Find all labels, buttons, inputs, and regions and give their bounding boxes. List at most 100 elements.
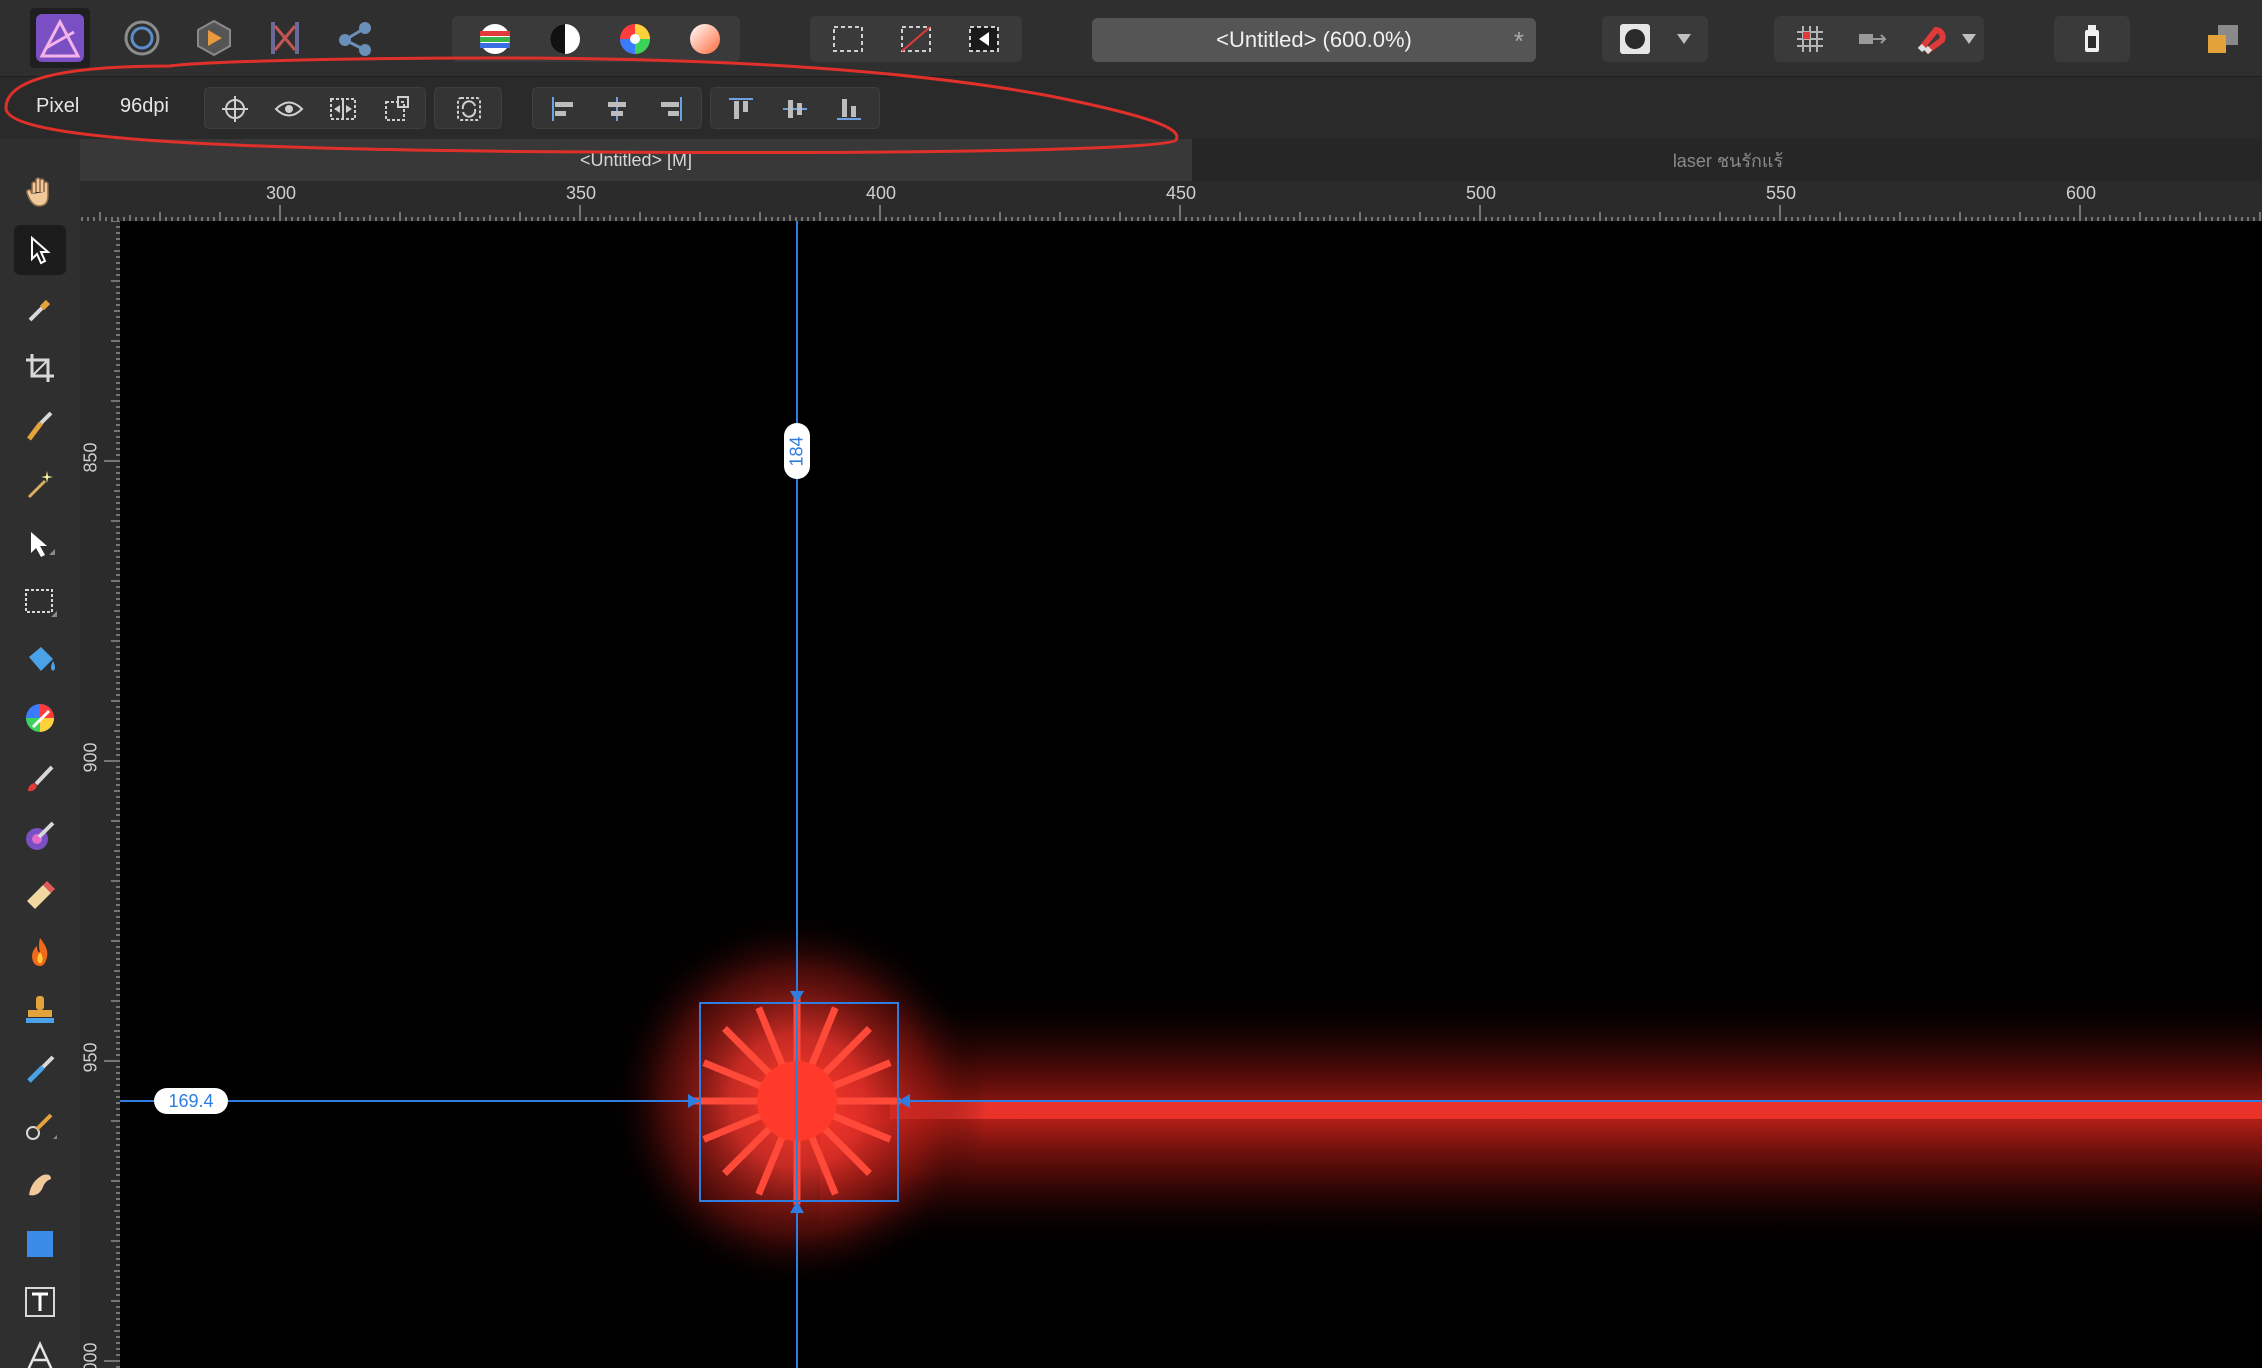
ruler-label: 000 bbox=[80, 1342, 101, 1368]
align-center-button[interactable] bbox=[591, 88, 643, 130]
flip-horizontal-icon bbox=[330, 98, 356, 120]
rectangle-marquee-icon bbox=[25, 589, 57, 617]
selection-brush-tool[interactable] bbox=[14, 401, 66, 451]
node-arrow-icon bbox=[31, 532, 55, 557]
deselect-button[interactable] bbox=[884, 14, 948, 64]
marquee-tool[interactable] bbox=[14, 577, 66, 627]
ruler-label: 450 bbox=[1166, 183, 1197, 203]
photo-persona-button[interactable] bbox=[30, 8, 90, 68]
eye-icon bbox=[274, 101, 304, 117]
rotate-button[interactable] bbox=[443, 88, 495, 130]
ruler-label: 950 bbox=[80, 1042, 101, 1073]
select-all-button[interactable] bbox=[816, 14, 880, 64]
magic-wand-icon bbox=[27, 471, 53, 499]
arrange-panels-button[interactable] bbox=[2192, 14, 2252, 64]
liquify-persona-icon bbox=[124, 20, 160, 56]
tab-label: laser ชนรักแร้ bbox=[1672, 150, 1784, 171]
units-label[interactable]: Pixel bbox=[36, 95, 79, 118]
artistic-text-tool[interactable] bbox=[14, 1331, 66, 1368]
transform-origin-button[interactable] bbox=[209, 88, 261, 130]
snapping-dropdown[interactable] bbox=[1954, 14, 1984, 64]
assistant-button[interactable] bbox=[2060, 14, 2124, 64]
dodge-brush-tool[interactable] bbox=[14, 1159, 66, 1209]
selection-brush-icon bbox=[27, 411, 53, 441]
frame-text-tool[interactable] bbox=[14, 1277, 66, 1327]
horizontal-align-group bbox=[532, 87, 702, 129]
ruler-label: 550 bbox=[1766, 183, 1797, 203]
marquee-icon bbox=[833, 26, 863, 52]
align-right-button[interactable] bbox=[645, 88, 697, 130]
affinity-photo-window: <Untitled> (600.0%) * Pixel 96dpi <Untit… bbox=[0, 0, 2262, 1368]
color-picker-tool[interactable] bbox=[14, 285, 66, 335]
hide-selection-button[interactable] bbox=[263, 88, 315, 130]
node-tool[interactable] bbox=[14, 519, 66, 569]
grid-button[interactable] bbox=[1780, 14, 1840, 64]
transform-objects-button[interactable] bbox=[371, 88, 423, 130]
finger-brush-icon bbox=[29, 1174, 51, 1196]
mask-mode-group bbox=[1602, 16, 1708, 62]
eraser-icon bbox=[27, 881, 55, 909]
clone-brush-tool[interactable] bbox=[14, 985, 66, 1035]
align-left-button[interactable] bbox=[537, 88, 589, 130]
document-canvas[interactable]: 184 169.4 bbox=[120, 221, 2262, 1368]
text-frame-icon bbox=[25, 1287, 55, 1317]
align-top-button[interactable] bbox=[715, 88, 767, 130]
shape-tool[interactable] bbox=[14, 1219, 66, 1269]
pixel-tool[interactable] bbox=[14, 811, 66, 861]
horizontal-distance-value: 169.4 bbox=[168, 1090, 214, 1111]
layers-stack-icon bbox=[2208, 25, 2238, 53]
align-center-icon bbox=[608, 97, 626, 121]
assistant-group bbox=[2054, 16, 2130, 62]
liquify-persona-button[interactable] bbox=[112, 8, 172, 68]
context-toolbar: Pixel 96dpi bbox=[0, 77, 2262, 139]
arrange-button[interactable] bbox=[1842, 14, 1902, 64]
flame-icon bbox=[32, 938, 48, 966]
invert-selection-button[interactable] bbox=[952, 14, 1016, 64]
rectangle-shape-icon bbox=[27, 1231, 53, 1257]
horizontal-ruler[interactable]: 300 350 400 450 500 550 600 bbox=[80, 181, 2262, 221]
export-persona-button[interactable] bbox=[325, 8, 385, 68]
tab-laser[interactable]: laser ชนรักแร้ bbox=[1194, 139, 2262, 181]
crop-icon bbox=[26, 354, 54, 382]
canvas-artwork bbox=[120, 221, 2262, 1368]
align-bottom-button[interactable] bbox=[823, 88, 875, 130]
erase-brush-tool[interactable] bbox=[14, 869, 66, 919]
flip-button[interactable] bbox=[317, 88, 369, 130]
move-tool[interactable] bbox=[14, 225, 66, 275]
assistant-icon bbox=[2085, 25, 2099, 52]
tone-mapping-persona-button[interactable] bbox=[255, 8, 315, 68]
smudge-brush-tool[interactable] bbox=[14, 1101, 66, 1151]
white-balance-button[interactable] bbox=[674, 14, 736, 64]
ruler-label: 350 bbox=[566, 183, 597, 203]
magnet-icon bbox=[1917, 26, 1946, 55]
mask-mode-dropdown[interactable] bbox=[1664, 14, 1704, 64]
burn-brush-tool[interactable] bbox=[14, 927, 66, 977]
hsl-button[interactable] bbox=[604, 14, 666, 64]
black-white-button[interactable] bbox=[534, 14, 596, 64]
ruler-label: 400 bbox=[866, 183, 897, 203]
levels-button[interactable] bbox=[464, 14, 526, 64]
flood-select-tool[interactable] bbox=[14, 459, 66, 509]
arrange-icon bbox=[1859, 34, 1887, 44]
tools-panel bbox=[0, 139, 80, 1368]
paint-brush-tool[interactable] bbox=[14, 753, 66, 803]
dpi-label[interactable]: 96dpi bbox=[120, 95, 169, 118]
vertical-ruler[interactable]: 850 900 950 000 bbox=[80, 221, 120, 1368]
deselect-icon bbox=[901, 26, 931, 52]
align-left-icon bbox=[552, 97, 573, 121]
view-tool[interactable] bbox=[14, 167, 66, 217]
tab-untitled[interactable]: <Untitled> [M] bbox=[80, 139, 1192, 181]
develop-persona-button[interactable] bbox=[184, 8, 244, 68]
gradient-tool[interactable] bbox=[14, 693, 66, 743]
quick-mask-button[interactable] bbox=[1608, 14, 1662, 64]
develop-persona-icon bbox=[197, 19, 231, 57]
document-tabs: <Untitled> [M] laser ชนรักแร้ bbox=[80, 139, 2262, 181]
document-title-field[interactable]: <Untitled> (600.0%) * bbox=[1092, 18, 1536, 62]
laser-beam bbox=[890, 1101, 2262, 1119]
flood-fill-tool[interactable] bbox=[14, 635, 66, 685]
snapping-button[interactable] bbox=[1904, 14, 1954, 64]
crop-tool[interactable] bbox=[14, 343, 66, 393]
healing-brush-tool[interactable] bbox=[14, 1043, 66, 1093]
tone-mapping-persona-icon bbox=[271, 22, 299, 54]
align-middle-button[interactable] bbox=[769, 88, 821, 130]
